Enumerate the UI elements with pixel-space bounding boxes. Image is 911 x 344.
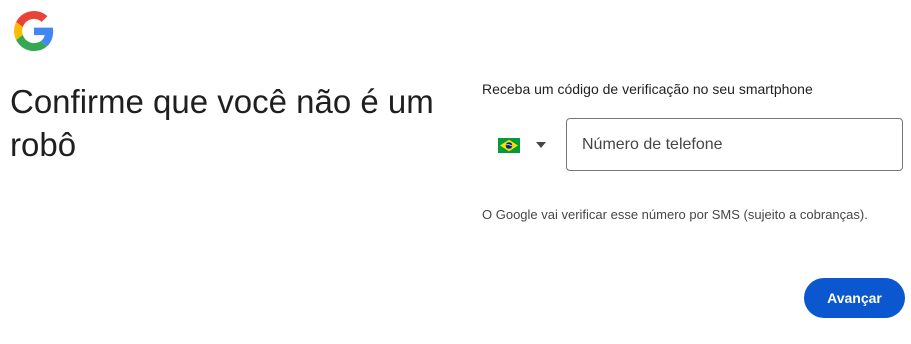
country-code-dropdown[interactable] <box>490 128 556 162</box>
next-button[interactable]: Avançar <box>804 278 905 318</box>
verification-instruction: Receba um código de verificação no seu s… <box>482 81 813 97</box>
google-logo-icon <box>14 11 54 51</box>
phone-number-field[interactable] <box>566 118 903 171</box>
brazil-flag-icon <box>498 137 520 153</box>
phone-number-input[interactable] <box>567 119 902 170</box>
sms-disclaimer: O Google vai verificar esse número por S… <box>482 207 868 222</box>
caret-down-icon <box>536 142 546 148</box>
page-title: Confirme que você não é um robô <box>10 83 434 163</box>
